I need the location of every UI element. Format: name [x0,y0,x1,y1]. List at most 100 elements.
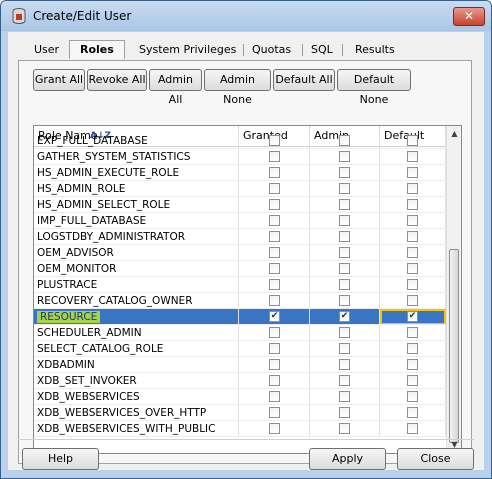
granted-checkbox[interactable]: ✔ [269,311,280,322]
role-name-cell[interactable]: RESOURCE [34,309,239,325]
table-row[interactable]: XDBADMIN [34,357,446,373]
granted-checkbox[interactable] [269,151,280,162]
role-name-cell[interactable]: SELECT_CATALOG_ROLE [34,341,239,357]
granted-checkbox[interactable] [269,343,280,354]
default-checkbox[interactable] [407,151,418,162]
granted-checkbox[interactable] [269,231,280,242]
default-checkbox[interactable] [407,423,418,434]
table-row[interactable]: OEM_ADVISOR [34,245,446,261]
admin-checkbox[interactable] [339,215,350,226]
admin-checkbox[interactable] [339,135,350,146]
table-row[interactable]: HS_ADMIN_ROLE [34,181,446,197]
role-name-cell[interactable]: PLUSTRACE [34,277,239,293]
default-checkbox[interactable] [407,407,418,418]
role-name-cell[interactable]: OEM_ADVISOR [34,245,239,261]
admin-checkbox[interactable] [339,167,350,178]
table-row[interactable]: HS_ADMIN_EXECUTE_ROLE [34,165,446,181]
granted-checkbox[interactable] [269,247,280,258]
revoke-all-button[interactable]: Revoke All [87,69,147,91]
default-checkbox[interactable] [407,279,418,290]
granted-checkbox[interactable] [269,295,280,306]
table-row[interactable]: LOGSTDBY_ADMINISTRATOR [34,229,446,245]
role-name-cell[interactable]: HS_ADMIN_SELECT_ROLE [34,197,239,213]
admin-checkbox[interactable] [339,423,350,434]
admin-checkbox[interactable] [339,279,350,290]
vertical-scrollbar[interactable]: ▲ ▼ [446,126,461,453]
tab-sql[interactable]: SQL [311,42,333,58]
granted-checkbox[interactable] [269,135,280,146]
role-name-cell[interactable]: SCHEDULER_ADMIN [34,325,239,341]
admin-checkbox[interactable] [339,327,350,338]
table-row[interactable]: GATHER_SYSTEM_STATISTICS [34,149,446,165]
granted-checkbox[interactable] [269,199,280,210]
table-row[interactable]: PLUSTRACE [34,277,446,293]
table-row[interactable]: XDB_WEBSERVICES [34,389,446,405]
table-row[interactable]: SCHEDULER_ADMIN [34,325,446,341]
table-row[interactable]: RESOURCE ✔ ✔ ✔ [34,309,446,325]
admin-checkbox[interactable] [339,199,350,210]
admin-checkbox[interactable] [339,343,350,354]
admin-checkbox[interactable] [339,231,350,242]
default-checkbox[interactable] [407,375,418,386]
default-checkbox[interactable] [407,183,418,194]
default-checkbox[interactable] [407,215,418,226]
default-checkbox[interactable] [407,327,418,338]
table-row[interactable]: EXP_FULL_DATABASE [34,133,446,149]
admin-checkbox[interactable] [339,359,350,370]
role-name-cell[interactable]: XDB_SET_INVOKER [34,373,239,389]
tab-quotas[interactable]: Quotas [252,42,291,58]
tab-system-privileges[interactable]: System Privileges [139,42,236,58]
table-row[interactable]: XDB_SET_INVOKER [34,373,446,389]
tab-results[interactable]: Results [355,42,395,58]
admin-checkbox[interactable] [339,183,350,194]
role-name-cell[interactable]: OEM_MONITOR [34,261,239,277]
grant-all-button[interactable]: Grant All [33,69,85,91]
granted-checkbox[interactable] [269,263,280,274]
scrollbar-thumb[interactable] [449,249,459,443]
admin-checkbox[interactable] [339,375,350,386]
granted-checkbox[interactable] [269,279,280,290]
admin-checkbox[interactable] [339,263,350,274]
apply-button[interactable]: Apply [309,448,386,470]
table-row[interactable]: RECOVERY_CATALOG_OWNER [34,293,446,309]
default-none-button[interactable]: Default None [337,69,411,106]
granted-checkbox[interactable] [269,423,280,434]
default-checkbox[interactable] [407,343,418,354]
granted-checkbox[interactable] [269,391,280,402]
default-checkbox[interactable] [407,231,418,242]
default-checkbox[interactable] [407,247,418,258]
table-row[interactable]: XDB_WEBSERVICES_WITH_PUBLIC [34,421,446,437]
default-checkbox[interactable] [407,167,418,178]
table-row[interactable]: OEM_MONITOR [34,261,446,277]
close-button[interactable]: Close [397,448,474,470]
default-checkbox[interactable] [407,391,418,402]
granted-checkbox[interactable] [269,327,280,338]
close-window-button[interactable]: ✕ [453,7,485,26]
default-all-button[interactable]: Default All [273,69,335,91]
role-name-cell[interactable]: XDB_WEBSERVICES [34,389,239,405]
admin-checkbox[interactable] [339,295,350,306]
role-name-cell[interactable]: HS_ADMIN_EXECUTE_ROLE [34,165,239,181]
role-name-cell[interactable]: XDB_WEBSERVICES_WITH_PUBLIC [34,421,239,437]
help-button[interactable]: Help [22,448,99,470]
table-row[interactable]: HS_ADMIN_SELECT_ROLE [34,197,446,213]
admin-all-button[interactable]: Admin All [149,69,202,106]
admin-checkbox[interactable] [339,151,350,162]
admin-checkbox[interactable] [339,247,350,258]
default-checkbox[interactable] [407,295,418,306]
default-checkbox[interactable] [407,263,418,274]
granted-checkbox[interactable] [269,375,280,386]
role-name-cell[interactable]: IMP_FULL_DATABASE [34,213,239,229]
granted-checkbox[interactable] [269,167,280,178]
role-name-cell[interactable]: EXP_FULL_DATABASE [34,133,239,149]
table-row[interactable]: IMP_FULL_DATABASE [34,213,446,229]
table-row[interactable]: SELECT_CATALOG_ROLE [34,341,446,357]
scroll-up-arrow-icon[interactable]: ▲ [447,126,461,142]
default-checkbox[interactable] [407,135,418,146]
role-name-cell[interactable]: RECOVERY_CATALOG_OWNER [34,293,239,309]
admin-none-button[interactable]: Admin None [204,69,271,106]
role-name-cell[interactable]: LOGSTDBY_ADMINISTRATOR [34,229,239,245]
granted-checkbox[interactable] [269,215,280,226]
role-name-cell[interactable]: XDB_WEBSERVICES_OVER_HTTP [34,405,239,421]
tab-user[interactable]: User [34,42,59,58]
